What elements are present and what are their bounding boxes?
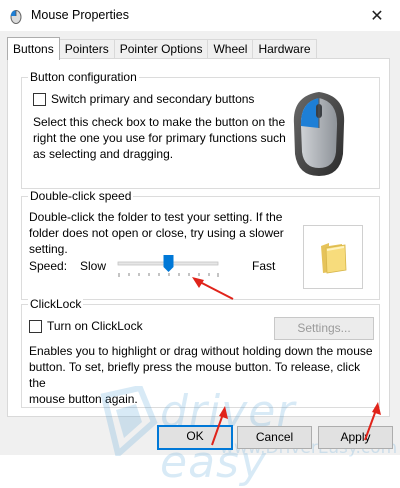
annotation-arrow [192,277,234,300]
annotation-arrow [364,402,381,441]
tab-buttons[interactable]: Buttons [7,37,60,60]
annotation-overlay [192,277,381,446]
annotation-arrow [211,406,228,446]
